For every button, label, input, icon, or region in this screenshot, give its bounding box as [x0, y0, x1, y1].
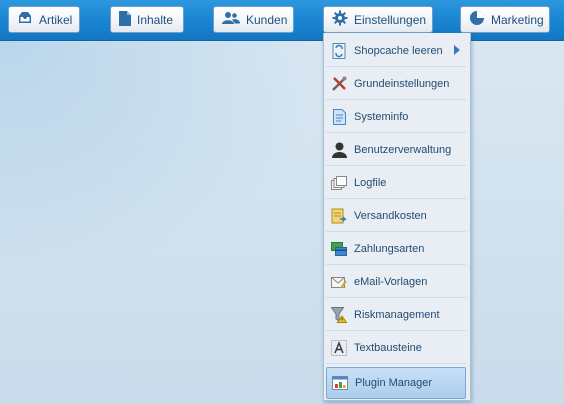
nav-artikel-button[interactable]: Artikel	[8, 6, 80, 33]
nav-marketing-label: Marketing	[491, 12, 544, 27]
pie-chart-icon	[469, 10, 485, 29]
document-icon	[119, 10, 131, 29]
gear-icon	[332, 10, 348, 29]
users-icon	[222, 11, 240, 28]
menu-item-benutzerverwaltung[interactable]: Benutzerverwaltung	[326, 134, 466, 166]
menu-item-versandkosten[interactable]: Versandkosten	[326, 200, 466, 232]
menu-item-email-vorlagen[interactable]: eMail-Vorlagen	[326, 266, 466, 298]
payment-cards-icon	[331, 241, 347, 257]
top-navigation-bar: Artikel Inhalte Kunden Einstellungen Mar…	[0, 0, 564, 41]
menu-item-plugin-manager[interactable]: Plugin Manager	[326, 367, 466, 399]
nav-marketing-button[interactable]: Marketing	[460, 6, 550, 33]
menu-item-logfile[interactable]: Logfile	[326, 167, 466, 199]
menu-item-label: Versandkosten	[354, 209, 427, 222]
menu-item-label: Shopcache leeren	[354, 44, 443, 57]
einstellungen-dropdown-menu: Shopcache leeren Grundeinstellungen Syst…	[323, 33, 471, 401]
menu-item-label: eMail-Vorlagen	[354, 275, 428, 288]
tray-icon	[17, 11, 33, 28]
nav-einstellungen-button[interactable]: Einstellungen	[323, 6, 433, 33]
menu-item-shopcache-leeren[interactable]: Shopcache leeren	[326, 35, 466, 67]
tools-icon	[331, 76, 347, 92]
menu-item-label: Zahlungsarten	[354, 242, 425, 255]
menu-item-riskmanagement[interactable]: Riskmanagement	[326, 299, 466, 331]
menu-item-label: Plugin Manager	[355, 377, 433, 389]
menu-item-label: Textbausteine	[354, 341, 422, 354]
menu-item-systeminfo[interactable]: Systeminfo	[326, 101, 466, 133]
background	[0, 40, 564, 404]
shipping-icon	[331, 208, 347, 224]
submenu-arrow-icon	[454, 45, 460, 58]
menu-item-label: Benutzerverwaltung	[354, 143, 452, 156]
menu-item-label: Riskmanagement	[354, 308, 440, 321]
log-pages-icon	[331, 175, 347, 191]
info-document-icon	[331, 108, 347, 125]
nav-inhalte-button[interactable]: Inhalte	[110, 6, 184, 33]
nav-inhalte-label: Inhalte	[137, 12, 174, 27]
nav-einstellungen-label: Einstellungen	[354, 12, 427, 27]
user-silhouette-icon	[331, 142, 347, 158]
menu-item-label: Grundeinstellungen	[354, 77, 450, 90]
menu-item-label: Logfile	[354, 176, 387, 189]
cache-icon	[331, 42, 347, 59]
risk-filter-icon	[331, 306, 347, 323]
nav-artikel-label: Artikel	[39, 12, 73, 27]
menu-item-zahlungsarten[interactable]: Zahlungsarten	[326, 233, 466, 265]
email-template-icon	[331, 274, 347, 290]
menu-item-grundeinstellungen[interactable]: Grundeinstellungen	[326, 68, 466, 100]
text-blocks-icon	[331, 339, 347, 356]
menu-item-textbausteine[interactable]: Textbausteine	[326, 332, 466, 364]
nav-kunden-label: Kunden	[246, 12, 288, 27]
plugin-manager-icon	[332, 375, 348, 391]
nav-kunden-button[interactable]: Kunden	[213, 6, 294, 33]
menu-item-label: Systeminfo	[354, 110, 409, 123]
